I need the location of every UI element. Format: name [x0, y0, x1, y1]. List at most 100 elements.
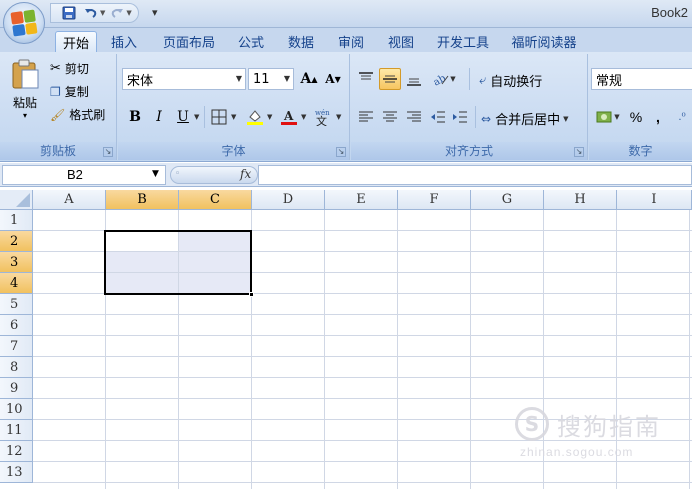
row-header-9[interactable]: 9	[0, 378, 33, 399]
undo-dropdown-icon[interactable]: ▼	[100, 9, 105, 17]
decrease-indent-button[interactable]	[427, 106, 449, 128]
tab-data[interactable]: 数据	[280, 31, 322, 52]
row-header-2[interactable]: 2	[0, 231, 33, 252]
phonetic-button[interactable]: wén 文	[312, 106, 334, 128]
select-all-button[interactable]	[0, 190, 33, 210]
row-header-12[interactable]: 12	[0, 441, 33, 462]
paste-button[interactable]: 粘贴 ▾	[6, 58, 44, 132]
column-header-b[interactable]: B	[106, 190, 179, 210]
font-color-dropdown-icon[interactable]: ▼	[301, 113, 306, 121]
save-icon[interactable]	[59, 4, 79, 22]
column-header-a[interactable]: A	[33, 190, 106, 210]
borders-dropdown-icon[interactable]: ▼	[231, 113, 236, 121]
office-button[interactable]	[3, 2, 45, 44]
name-box[interactable]: B2	[2, 165, 166, 185]
row-header-8[interactable]: 8	[0, 357, 33, 378]
formula-input[interactable]	[258, 165, 692, 185]
tab-developer[interactable]: 开发工具	[430, 31, 496, 52]
underline-dropdown-icon[interactable]: ▼	[194, 113, 199, 121]
gridline	[33, 482, 692, 483]
column-header-d[interactable]: D	[252, 190, 325, 210]
tab-review[interactable]: 审阅	[330, 31, 372, 52]
font-name-dropdown-icon: ▼	[235, 74, 242, 83]
column-header-c[interactable]: C	[179, 190, 252, 210]
cut-button[interactable]: ✂ 剪切	[50, 60, 89, 77]
row-header-6[interactable]: 6	[0, 315, 33, 336]
alignment-launcher-icon[interactable]: ↘	[574, 147, 584, 157]
align-bottom-button[interactable]	[403, 68, 425, 90]
borders-button[interactable]	[208, 106, 230, 128]
orientation-button[interactable]: ab ▼	[429, 68, 459, 90]
decrease-indent-icon	[431, 111, 445, 123]
align-top-icon	[359, 72, 373, 80]
comma-button[interactable]: ,	[647, 106, 669, 128]
undo-icon[interactable]	[81, 4, 101, 22]
tab-home[interactable]: 开始	[55, 31, 97, 52]
redo-dropdown-icon[interactable]: ▼	[126, 9, 131, 17]
redo-icon[interactable]	[107, 4, 127, 22]
underline-button[interactable]: U	[172, 106, 194, 128]
font-name-select[interactable]: 宋体 ▼	[122, 68, 246, 90]
align-left-button[interactable]	[355, 106, 377, 128]
office-logo-icon	[10, 9, 38, 37]
increase-indent-icon	[453, 111, 467, 123]
tab-view[interactable]: 视图	[380, 31, 422, 52]
fill-handle[interactable]	[249, 292, 254, 297]
fill-color-button[interactable]	[244, 106, 266, 128]
column-header-f[interactable]: F	[398, 190, 471, 210]
format-painter-button[interactable]: 🖌 格式刷	[50, 106, 105, 123]
column-header-h[interactable]: H	[544, 190, 617, 210]
row-header-13[interactable]: 13	[0, 462, 33, 483]
paste-dropdown-icon: ▾	[22, 111, 27, 120]
insert-function-icon[interactable]: fx	[240, 167, 251, 181]
font-launcher-icon[interactable]: ↘	[336, 147, 346, 157]
column-header-e[interactable]: E	[325, 190, 398, 210]
formula-bar-grip-icon[interactable]: ◦	[175, 169, 180, 179]
shrink-font-label: A	[325, 72, 335, 86]
number-format-select[interactable]: 常规	[591, 68, 692, 90]
number-group-label: 数字	[589, 142, 692, 160]
row-header-5[interactable]: 5	[0, 294, 33, 315]
percent-button[interactable]: %	[625, 106, 647, 128]
align-top-button[interactable]	[355, 68, 377, 90]
font-color-button[interactable]: A	[278, 106, 300, 128]
row-header-10[interactable]: 10	[0, 399, 33, 420]
tab-page-layout[interactable]: 页面布局	[156, 31, 222, 52]
italic-button[interactable]: I	[148, 106, 170, 128]
align-center-button[interactable]	[379, 106, 401, 128]
fill-color-icon	[247, 110, 263, 125]
font-color-icon: A	[281, 109, 297, 125]
align-middle-button[interactable]	[379, 68, 401, 90]
column-header-g[interactable]: G	[471, 190, 544, 210]
copy-button[interactable]: ❐ 复制	[50, 83, 89, 100]
name-box-dropdown-icon[interactable]: ▼	[152, 169, 159, 179]
row-header-4[interactable]: 4	[0, 273, 33, 294]
tab-foxit-reader[interactable]: 福昕阅读器	[504, 31, 584, 52]
row-header-7[interactable]: 7	[0, 336, 33, 357]
increase-indent-button[interactable]	[449, 106, 471, 128]
grow-font-button[interactable]: A ▲	[298, 68, 320, 90]
column-header-i[interactable]: I	[617, 190, 692, 210]
alignment-separator	[469, 68, 470, 90]
merge-center-icon: ⇔	[481, 111, 492, 126]
gridline	[33, 314, 692, 315]
customize-qat-icon[interactable]: ▾	[152, 6, 158, 19]
merge-center-button[interactable]: ⇔ 合并后居中 ▼	[481, 109, 568, 129]
scissors-icon: ✂	[50, 61, 61, 76]
shrink-font-button[interactable]: A ▼	[322, 68, 344, 90]
accounting-format-button[interactable]: ▼	[593, 106, 623, 128]
tab-formulas[interactable]: 公式	[230, 31, 272, 52]
row-header-1[interactable]: 1	[0, 210, 33, 231]
phonetic-dropdown-icon[interactable]: ▼	[336, 113, 341, 121]
align-right-button[interactable]	[403, 106, 425, 128]
tab-insert[interactable]: 插入	[104, 31, 144, 52]
row-header-11[interactable]: 11	[0, 420, 33, 441]
fill-color-dropdown-icon[interactable]: ▼	[267, 113, 272, 121]
watermark-text: 搜狗指南	[557, 413, 661, 441]
row-header-3[interactable]: 3	[0, 252, 33, 273]
increase-decimal-button[interactable]: .⁰	[671, 106, 692, 128]
bold-button[interactable]: B	[124, 106, 146, 128]
wrap-text-button[interactable]: ⤶ 自动换行	[479, 71, 542, 90]
font-size-select[interactable]: 11 ▼	[248, 68, 294, 90]
clipboard-launcher-icon[interactable]: ↘	[103, 147, 113, 157]
